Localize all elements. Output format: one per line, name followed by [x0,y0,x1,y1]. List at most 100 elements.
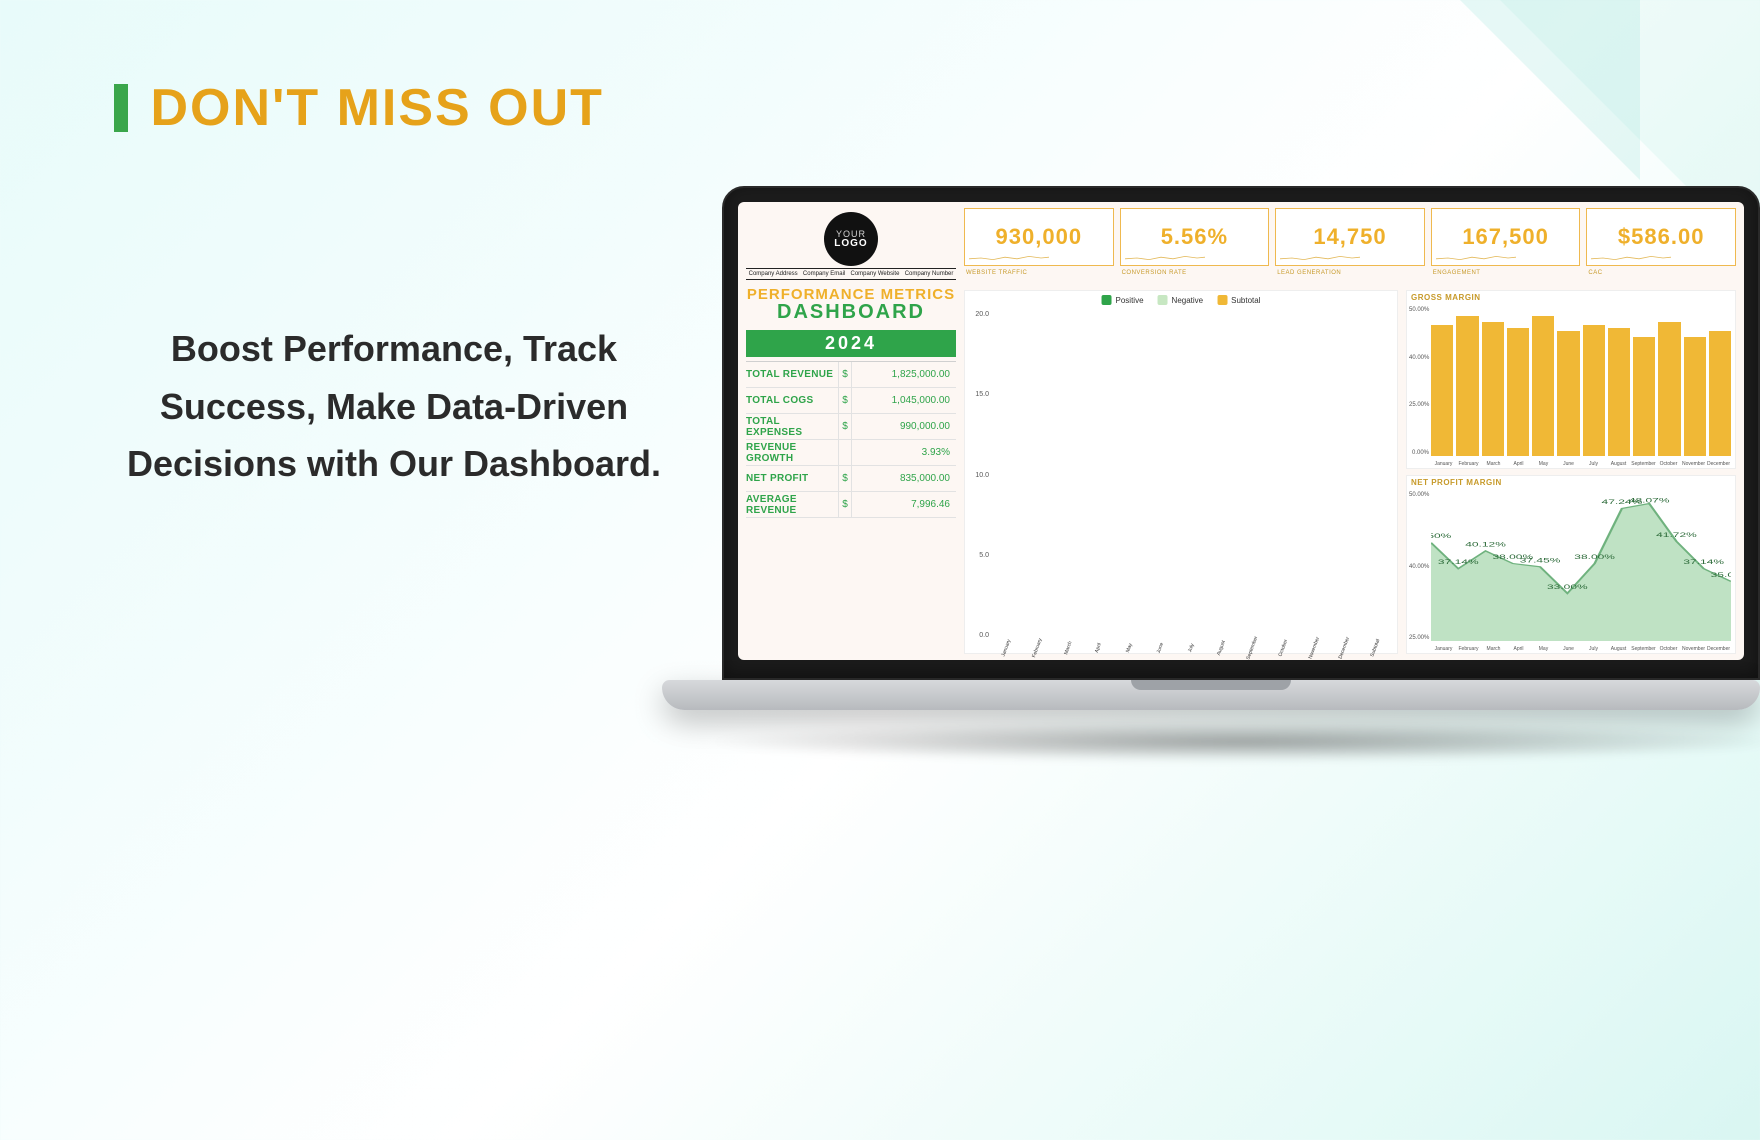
kpi-strip: 930,000 5.56% 14,750 167,500 $586.00 [964,208,1736,266]
gross-margin-bar [1583,325,1605,456]
gross-margin-bar [1431,325,1453,456]
gross-margin-bar [1532,316,1554,456]
metric-row: TOTAL COGS $ 1,045,000.00 [746,388,956,414]
sparkline-icon [1591,254,1671,262]
kpi-card: 14,750 [1275,208,1425,266]
metric-currency: $ [838,362,852,387]
laptop-bezel: YOUR LOGO Company Address Company Email … [722,186,1760,680]
svg-text:37.45%: 37.45% [1520,557,1561,564]
gross-margin-chart: GROSS MARGIN 50.00%40.00%25.00%0.00% Jan… [1406,290,1736,469]
x-axis: JanuaryFebruaryMarchAprilMayJuneJulyAugu… [991,645,1391,651]
sparkline-icon [1125,254,1205,262]
svg-text:38.00%: 38.00% [1574,554,1615,561]
logo-wrap: YOUR LOGO [746,208,956,268]
svg-text:40.12%: 40.12% [1465,541,1506,548]
gross-margin-bar [1709,331,1731,456]
y-axis: 50.00%40.00%25.00%0.00% [1409,307,1429,456]
laptop-base [662,680,1760,746]
metric-currency [838,440,852,465]
kpi-value: 5.56% [1161,224,1228,250]
y-axis: 50.00%40.00%25.00% [1409,492,1429,641]
metric-label: TOTAL COGS [746,395,838,406]
metric-row: AVERAGE REVENUE $ 7,996.46 [746,492,956,518]
gross-margin-bar [1507,328,1529,456]
kpi-labels: WEBSITE TRAFFICCONVERSION RATELEAD GENER… [964,270,1736,286]
plot-area: 41.50%37.14%40.12%38.00%37.45%33.00%38.0… [1431,492,1731,641]
logo-bottom: LOGO [834,239,867,249]
legend-item: Negative [1158,295,1204,305]
metric-currency: $ [838,388,852,413]
area-chart-svg: 41.50%37.14%40.12%38.00%37.45%33.00%38.0… [1431,492,1731,641]
legend-swatch [1102,295,1112,305]
metric-label: REVENUE GROWTH [746,442,838,464]
legend-swatch [1217,295,1227,305]
dashboard-sidebar: YOUR LOGO Company Address Company Email … [746,208,956,654]
legend-label: Negative [1172,296,1204,305]
legend-label: Positive [1116,296,1144,305]
kpi-card: 930,000 [964,208,1114,266]
gross-margin-bar [1633,337,1655,456]
gross-margin-bar [1608,328,1630,456]
metric-value: 835,000.00 [852,473,956,484]
headline-accent-bar [114,84,128,132]
kpi-card: 167,500 [1431,208,1581,266]
kpi-label: CAC [1586,270,1736,286]
legend-item: Positive [1102,295,1144,305]
svg-text:35.00%: 35.00% [1711,572,1731,579]
logo-top: YOUR [836,230,866,239]
plot-area [1431,307,1731,456]
right-charts: GROSS MARGIN 50.00%40.00%25.00%0.00% Jan… [1406,290,1736,654]
x-axis: JanuaryFebruaryMarchAprilMayJuneJulyAugu… [1431,461,1731,467]
kpi-value: 167,500 [1462,224,1549,250]
dashboard-year: 2024 [746,330,956,357]
company-field: Company Address [747,271,800,277]
kpi-value: 930,000 [996,224,1083,250]
headline-text: DON'T MISS OUT [150,78,603,138]
gross-margin-bar [1684,337,1706,456]
kpi-value: 14,750 [1313,224,1386,250]
legend-label: Subtotal [1231,296,1260,305]
bg-shape [1460,0,1640,180]
company-field: Company Website [849,271,902,277]
gross-margin-bar [1456,316,1478,456]
chart-legend: Positive Negative Subtotal [1102,295,1261,305]
svg-text:37.14%: 37.14% [1683,559,1724,566]
gross-margin-bar [1482,322,1504,456]
legend-swatch [1158,295,1168,305]
mini-title: NET PROFIT MARGIN [1411,478,1502,487]
metric-label: TOTAL EXPENSES [746,416,838,438]
metric-label: AVERAGE REVENUE [746,494,838,516]
metric-currency: $ [838,466,852,491]
kpi-value: $586.00 [1618,224,1705,250]
metric-currency: $ [838,492,852,517]
metric-row: NET PROFIT $ 835,000.00 [746,466,956,492]
metric-row: TOTAL REVENUE $ 1,825,000.00 [746,362,956,388]
subheadline-text: Boost Performance, Track Success, Make D… [114,320,674,493]
main-waterfall-chart: PositiveNegativeSubtotal 20.015.010.05.0… [964,290,1398,654]
laptop-screen: YOUR LOGO Company Address Company Email … [738,202,1744,660]
headline-block: DON'T MISS OUT [114,78,604,138]
kpi-label: LEAD GENERATION [1275,270,1425,286]
dashboard: YOUR LOGO Company Address Company Email … [738,202,1744,660]
metric-currency: $ [838,414,852,439]
net-profit-margin-chart: NET PROFIT MARGIN 50.00%40.00%25.00% 41.… [1406,475,1736,654]
sparkline-icon [1280,254,1360,262]
logo-badge: YOUR LOGO [824,212,878,266]
metric-row: REVENUE GROWTH 3.93% [746,440,956,466]
metric-label: NET PROFIT [746,473,838,484]
company-info-row: Company Address Company Email Company We… [746,268,956,280]
svg-text:41.72%: 41.72% [1656,532,1697,539]
laptop-mockup: YOUR LOGO Company Address Company Email … [662,186,1760,746]
metric-value: 1,045,000.00 [852,395,956,406]
waterfall-bars [991,313,1391,637]
kpi-card: 5.56% [1120,208,1270,266]
gross-margin-bar [1557,331,1579,456]
metric-value: 990,000.00 [852,421,956,432]
legend-item: Subtotal [1217,295,1260,305]
metrics-table: TOTAL REVENUE $ 1,825,000.00TOTAL COGS $… [746,361,956,518]
sparkline-icon [1436,254,1516,262]
x-axis: JanuaryFebruaryMarchAprilMayJuneJulyAugu… [1431,646,1731,652]
svg-text:33.00%: 33.00% [1547,584,1588,591]
sparkline-icon [969,254,1049,262]
laptop-shadow [702,722,1760,762]
